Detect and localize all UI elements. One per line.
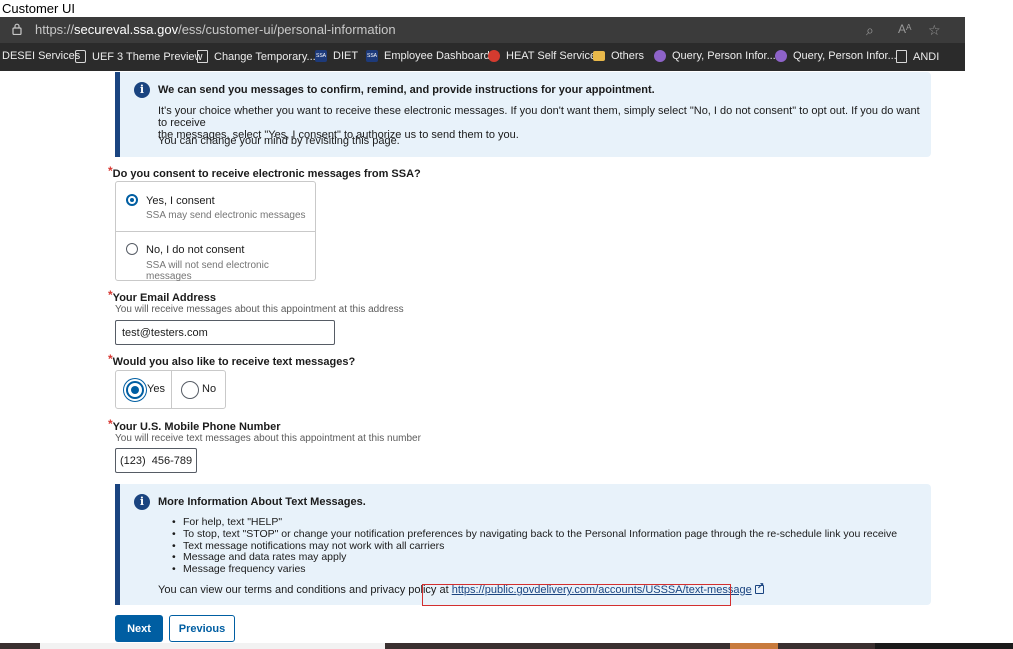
text-question-label: *Would you also like to receive text mes…	[108, 352, 356, 368]
lock-icon	[12, 23, 22, 35]
next-button[interactable]: Next	[115, 615, 163, 642]
option-label: No, I do not consent	[146, 244, 245, 256]
info-icon: i	[134, 494, 150, 510]
consent-question-label: *Do you consent to receive electronic me…	[108, 164, 421, 180]
bookmark-item[interactable]: HEAT Self Service	[488, 50, 596, 62]
bookmark-item[interactable]: Others	[593, 50, 644, 62]
radio-unchecked-icon[interactable]	[126, 243, 138, 255]
star-icon[interactable]: ☆	[928, 22, 941, 39]
list-item: To stop, text "STOP" or change your noti…	[172, 528, 897, 541]
text-radio-group: Yes No	[115, 370, 226, 409]
heat-icon	[488, 50, 500, 62]
phone-input[interactable]	[115, 448, 197, 473]
phone-hint: You will receive text messages about thi…	[115, 433, 421, 444]
text-option-yes[interactable]: Yes	[116, 371, 171, 408]
folder-icon	[593, 51, 605, 61]
bookmark-item[interactable]: SSA Employee Dashboard	[366, 50, 490, 62]
bookmark-item[interactable]: ANDI	[896, 50, 939, 63]
radio-unchecked-icon[interactable]	[181, 381, 199, 399]
consent-option-no[interactable]: No, I do not consent SSA will not send e…	[116, 232, 315, 282]
radio-checked-icon[interactable]	[126, 381, 144, 399]
consent-info-title: We can send you messages to confirm, rem…	[158, 84, 655, 96]
read-aloud-icon[interactable]: Aᴬ	[898, 22, 911, 36]
bookmark-item[interactable]: DESEI Services	[2, 50, 80, 62]
query-icon	[775, 50, 787, 62]
consent-radio-group: Yes, I consent SSA may send electronic m…	[115, 181, 316, 282]
text-info-title: More Information About Text Messages.	[158, 496, 366, 508]
taskbar-window[interactable]	[40, 643, 385, 649]
text-option-no[interactable]: No	[172, 371, 227, 408]
info-icon: i	[134, 82, 150, 98]
bookmark-item[interactable]: SSA DIET	[315, 50, 358, 62]
consent-info-alert: i We can send you messages to confirm, r…	[115, 72, 931, 157]
address-bar[interactable]: https://secureval.ssa.gov/ess/customer-u…	[0, 17, 965, 43]
required-marker: *	[108, 352, 113, 366]
url-text[interactable]: https://secureval.ssa.gov/ess/customer-u…	[35, 22, 396, 37]
consent-option-yes[interactable]: Yes, I consent SSA may send electronic m…	[116, 182, 315, 231]
email-label: *Your Email Address	[108, 288, 216, 304]
bookmark-item[interactable]: Change Temporary...	[197, 50, 316, 63]
option-label: Yes	[147, 383, 165, 395]
radio-checked-icon[interactable]	[126, 194, 138, 206]
page-icon	[896, 50, 907, 63]
page-icon	[197, 50, 208, 63]
document-label: Customer UI	[2, 1, 75, 16]
required-marker: *	[108, 417, 113, 431]
option-label: Yes, I consent	[146, 195, 215, 207]
phone-label: *Your U.S. Mobile Phone Number	[108, 417, 281, 433]
previous-button[interactable]: Previous	[169, 615, 235, 642]
page-icon	[75, 50, 86, 63]
bookmark-item[interactable]: Query, Person Infor...	[775, 50, 897, 62]
required-marker: *	[108, 164, 113, 178]
bookmark-item[interactable]: UEF 3 Theme Preview	[75, 50, 202, 63]
query-icon	[654, 50, 666, 62]
url-prefix: https://	[35, 22, 75, 37]
highlight-box	[422, 584, 731, 606]
ssa-icon: SSA	[315, 50, 327, 62]
taskbar	[0, 643, 1013, 649]
taskbar-window[interactable]	[875, 643, 1013, 649]
taskbar-window[interactable]	[730, 643, 778, 649]
required-marker: *	[108, 288, 113, 302]
email-input[interactable]	[115, 320, 335, 345]
external-link-icon	[754, 580, 764, 594]
consent-info-text-2: You can change your mind by revisiting t…	[158, 135, 400, 147]
option-description: SSA will not send electronic messages	[146, 260, 269, 282]
option-description: SSA may send electronic messages	[146, 210, 306, 221]
list-item: Message frequency varies	[172, 563, 897, 576]
url-domain: secureval.ssa.gov	[74, 22, 179, 37]
bookmarks-bar: DESEI Services UEF 3 Theme Preview Chang…	[0, 43, 965, 71]
bookmark-item[interactable]: Query, Person Infor...	[654, 50, 776, 62]
text-info-list: For help, text "HELP" To stop, text "STO…	[172, 516, 897, 576]
ssa-icon: SSA	[366, 50, 378, 62]
email-hint: You will receive messages about this app…	[115, 304, 404, 315]
url-path: /ess/customer-ui/personal-information	[178, 22, 396, 37]
option-label: No	[202, 383, 217, 395]
zoom-icon[interactable]: ⌕	[866, 22, 874, 39]
